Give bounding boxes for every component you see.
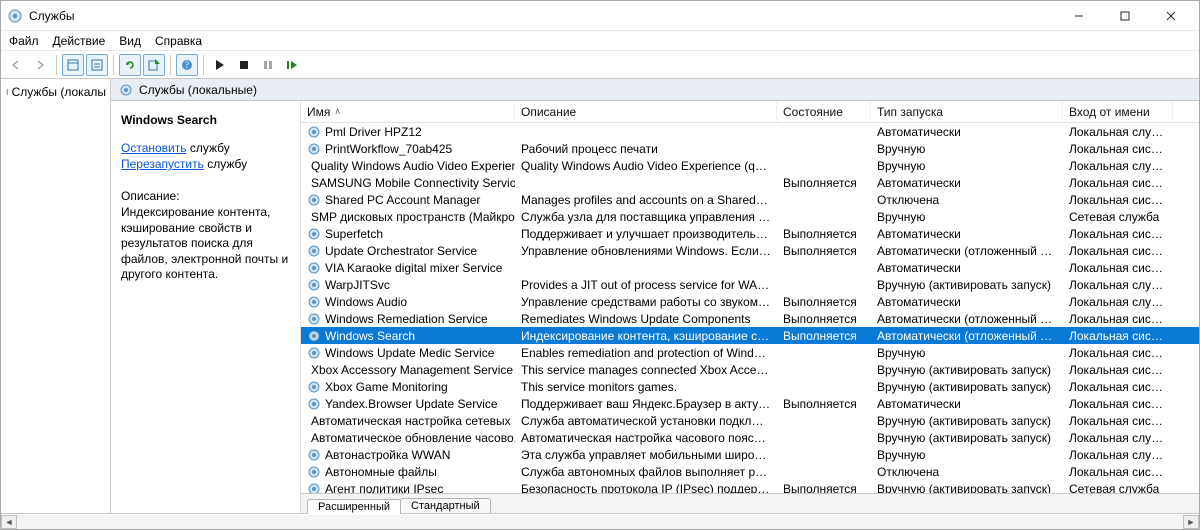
minimize-button[interactable] — [1057, 2, 1101, 30]
detail-tabs: Расширенный Стандартный — [301, 493, 1199, 513]
table-row[interactable]: Yandex.Browser Update ServiceПоддерживае… — [301, 395, 1199, 412]
nodebar: Службы (локальные) — [111, 79, 1199, 101]
menu-help[interactable]: Справка — [155, 34, 202, 48]
toolbar-button-1[interactable] — [62, 54, 84, 76]
menubar: Файл Действие Вид Справка — [1, 31, 1199, 51]
table-row[interactable]: SAMSUNG Mobile Connectivity ServiceВыпол… — [301, 174, 1199, 191]
table-row[interactable]: Автономные файлыСлужба автономных файлов… — [301, 463, 1199, 480]
tree-pane: Службы (локалы — [1, 79, 111, 513]
tab-standard[interactable]: Стандартный — [400, 498, 491, 513]
refresh-button[interactable] — [119, 54, 141, 76]
col-header-name[interactable]: Имя∧ — [301, 101, 515, 122]
menu-view[interactable]: Вид — [119, 34, 141, 48]
detail-heading: Windows Search — [121, 113, 290, 127]
close-button[interactable] — [1149, 2, 1193, 30]
table-row[interactable]: Windows Remediation ServiceRemediates Wi… — [301, 310, 1199, 327]
forward-button[interactable] — [29, 54, 51, 76]
maximize-button[interactable] — [1103, 2, 1147, 30]
table-row[interactable]: Update Orchestrator ServiceУправление об… — [301, 242, 1199, 259]
col-header-startup[interactable]: Тип запуска — [871, 101, 1063, 122]
desc-text: Индексирование контента, кэширование сво… — [121, 205, 290, 283]
tree-item-services[interactable]: Службы (локалы — [3, 83, 108, 101]
table-row[interactable]: VIA Karaoke digital mixer ServiceАвтомат… — [301, 259, 1199, 276]
toolbar-button-2[interactable] — [86, 54, 108, 76]
table-row[interactable]: SMP дисковых пространств (Майкрос...Служ… — [301, 208, 1199, 225]
detail-panel: Windows Search Остановить службу Перезап… — [111, 101, 301, 513]
table-row[interactable]: Агент политики IPsecБезопасность протоко… — [301, 480, 1199, 493]
restart-service-button[interactable] — [281, 54, 303, 76]
tree-item-label: Службы (локалы — [12, 85, 106, 99]
nodebar-label: Службы (локальные) — [139, 83, 257, 97]
export-button[interactable] — [143, 54, 165, 76]
table-row[interactable]: Автонастройка WWANЭта служба управляет м… — [301, 446, 1199, 463]
gear-icon — [119, 83, 133, 97]
col-header-desc[interactable]: Описание — [515, 101, 777, 122]
scroll-right-button[interactable]: ► — [1183, 515, 1199, 529]
titlebar: Службы — [1, 1, 1199, 31]
list-header: Имя∧ Описание Состояние Тип запуска Вход… — [301, 101, 1199, 123]
menu-file[interactable]: Файл — [9, 34, 39, 48]
col-header-logon[interactable]: Вход от имени — [1063, 101, 1173, 122]
service-list[interactable]: Pml Driver HPZ12АвтоматическиЛокальная с… — [301, 123, 1199, 493]
table-row[interactable]: Pml Driver HPZ12АвтоматическиЛокальная с… — [301, 123, 1199, 140]
menu-action[interactable]: Действие — [53, 34, 106, 48]
scroll-left-button[interactable]: ◄ — [1, 515, 17, 529]
start-service-button[interactable] — [209, 54, 231, 76]
bottom-scrollbar[interactable]: ◄ ► — [1, 513, 1199, 529]
help-button[interactable]: ? — [176, 54, 198, 76]
table-row[interactable]: Автоматическое обновление часово...Автом… — [301, 429, 1199, 446]
table-row[interactable]: Автоматическая настройка сетевых ...Служ… — [301, 412, 1199, 429]
desc-label: Описание: — [121, 189, 290, 203]
table-row[interactable]: Windows SearchИндексирование контента, к… — [301, 327, 1199, 344]
stop-service-button[interactable] — [233, 54, 255, 76]
back-button[interactable] — [5, 54, 27, 76]
table-row[interactable]: Xbox Game MonitoringThis service monitor… — [301, 378, 1199, 395]
restart-service-link[interactable]: Перезапустить — [121, 157, 204, 171]
toolbar: ? — [1, 51, 1199, 79]
table-row[interactable]: PrintWorkflow_70ab425Рабочий процесс печ… — [301, 140, 1199, 157]
col-header-state[interactable]: Состояние — [777, 101, 871, 122]
table-row[interactable]: Windows AudioУправление средствами работ… — [301, 293, 1199, 310]
services-window: Службы Файл Действие Вид Справка ? — [0, 0, 1200, 530]
table-row[interactable]: Shared PC Account ManagerManages profile… — [301, 191, 1199, 208]
stop-service-link[interactable]: Остановить — [121, 141, 187, 155]
sort-arrow-icon: ∧ — [334, 106, 341, 117]
svg-text:?: ? — [185, 60, 189, 70]
table-row[interactable]: Windows Update Medic ServiceEnables reme… — [301, 344, 1199, 361]
pause-service-button[interactable] — [257, 54, 279, 76]
table-row[interactable]: SuperfetchПоддерживает и улучшает произв… — [301, 225, 1199, 242]
table-row[interactable]: Xbox Accessory Management ServiceThis se… — [301, 361, 1199, 378]
window-title: Службы — [29, 9, 1057, 23]
table-row[interactable]: WarpJITSvcProvides a JIT out of process … — [301, 276, 1199, 293]
services-icon — [7, 8, 23, 24]
tab-extended[interactable]: Расширенный — [307, 499, 401, 514]
table-row[interactable]: Quality Windows Audio Video ExperienceQu… — [301, 157, 1199, 174]
